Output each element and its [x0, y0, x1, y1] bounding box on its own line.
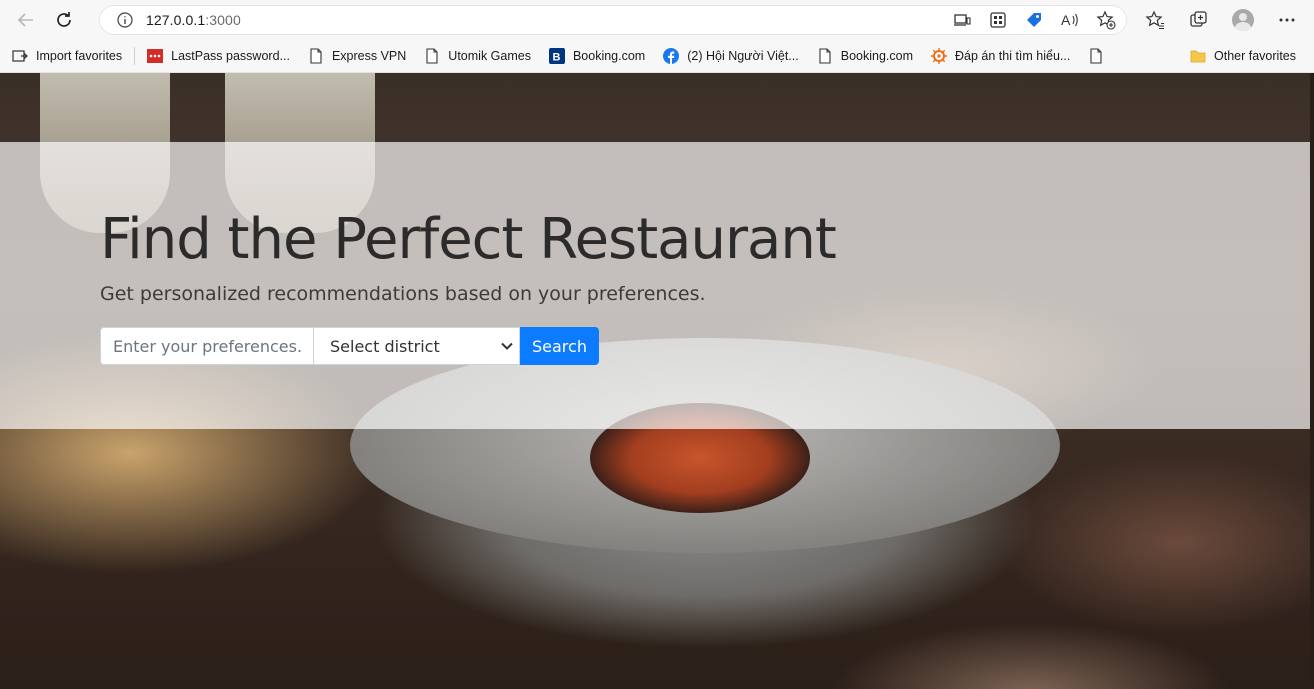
bookmark-label: Utomik Games [448, 49, 531, 63]
browser-actions [1140, 0, 1302, 40]
bookmark-label: Đáp án thi tìm hiểu... [955, 49, 1071, 63]
bookmark-label: LastPass password... [171, 49, 290, 63]
bookmark-import-favorites[interactable]: Import favorites [6, 44, 128, 68]
refresh-button[interactable] [48, 4, 80, 36]
hero-title: Find the Perfect Restaurant [100, 207, 837, 272]
bookmark-facebook-group[interactable]: (2) Hội Người Việt... [657, 44, 805, 68]
bookmark-booking[interactable]: B Booking.com [543, 44, 651, 68]
bookmark-utomik-games[interactable]: Utomik Games [418, 44, 537, 68]
folder-icon [1190, 48, 1206, 64]
read-aloud-icon[interactable]: A [1059, 9, 1081, 31]
hero-subtitle: Get personalized recommendations based o… [100, 283, 706, 305]
url-text[interactable]: 127.0.0.1:3000 [146, 12, 241, 28]
more-menu-icon[interactable] [1272, 5, 1302, 35]
address-bar[interactable]: 127.0.0.1:3000 A [99, 5, 1127, 35]
search-button[interactable]: Search [520, 327, 599, 365]
facebook-icon [663, 48, 680, 64]
bookmark-untitled[interactable] [1082, 44, 1118, 68]
site-info-icon[interactable] [116, 11, 134, 29]
other-favorites-label: Other favorites [1214, 49, 1296, 63]
booking-icon: B [548, 48, 565, 64]
bookmark-label: Express VPN [331, 49, 407, 63]
back-button[interactable] [10, 4, 42, 36]
bookmark-separator [134, 47, 136, 65]
url-port: :3000 [205, 12, 241, 28]
arrow-left-icon [17, 13, 33, 27]
bookmark-booking-2[interactable]: Booking.com [811, 44, 919, 68]
bookmark-dap-an[interactable]: Đáp án thi tìm hiểu... [925, 44, 1076, 68]
app-available-icon[interactable] [951, 9, 973, 31]
url-host: 127.0.0.1 [146, 12, 206, 28]
browser-toolbar: 127.0.0.1:3000 A [0, 0, 1314, 40]
favorites-icon[interactable] [1140, 5, 1170, 35]
gear-wheel-icon [931, 48, 947, 64]
page-icon [817, 48, 833, 64]
bookmark-express-vpn[interactable]: Express VPN [302, 44, 412, 68]
add-favorite-icon[interactable] [1095, 9, 1117, 31]
district-select[interactable]: Select district [314, 327, 520, 365]
avatar-icon [1232, 9, 1254, 31]
favorites-bar: Import favorites LastPass password... Ex… [0, 40, 1314, 73]
preferences-input[interactable] [100, 327, 314, 365]
svg-text:A: A [1061, 12, 1071, 28]
lastpass-icon [147, 48, 164, 64]
price-tag-icon[interactable] [1023, 9, 1045, 31]
svg-text:B: B [552, 52, 560, 64]
other-favorites[interactable]: Other favorites [1184, 44, 1302, 68]
address-bar-actions: A [951, 5, 1117, 35]
bookmark-label: (2) Hội Người Việt... [687, 49, 799, 63]
page-icon [424, 48, 440, 64]
refresh-icon [57, 12, 71, 27]
hero-section: Find the Perfect Restaurant Get personal… [0, 73, 1310, 689]
bookmark-label: Booking.com [572, 49, 646, 63]
bookmark-label: Booking.com [840, 49, 913, 63]
apps-grid-icon[interactable] [987, 9, 1009, 31]
bookmark-lastpass[interactable]: LastPass password... [141, 44, 296, 68]
page-icon [1088, 48, 1104, 64]
district-select-value: Select district [330, 336, 440, 356]
page-icon [308, 48, 324, 64]
import-favorites-icon [12, 48, 28, 64]
bookmark-label: Import favorites [36, 49, 123, 63]
search-form: Select district Search [100, 327, 599, 365]
profile-avatar[interactable] [1228, 5, 1258, 35]
collections-icon[interactable] [1184, 5, 1214, 35]
chevron-down-icon [501, 342, 513, 350]
